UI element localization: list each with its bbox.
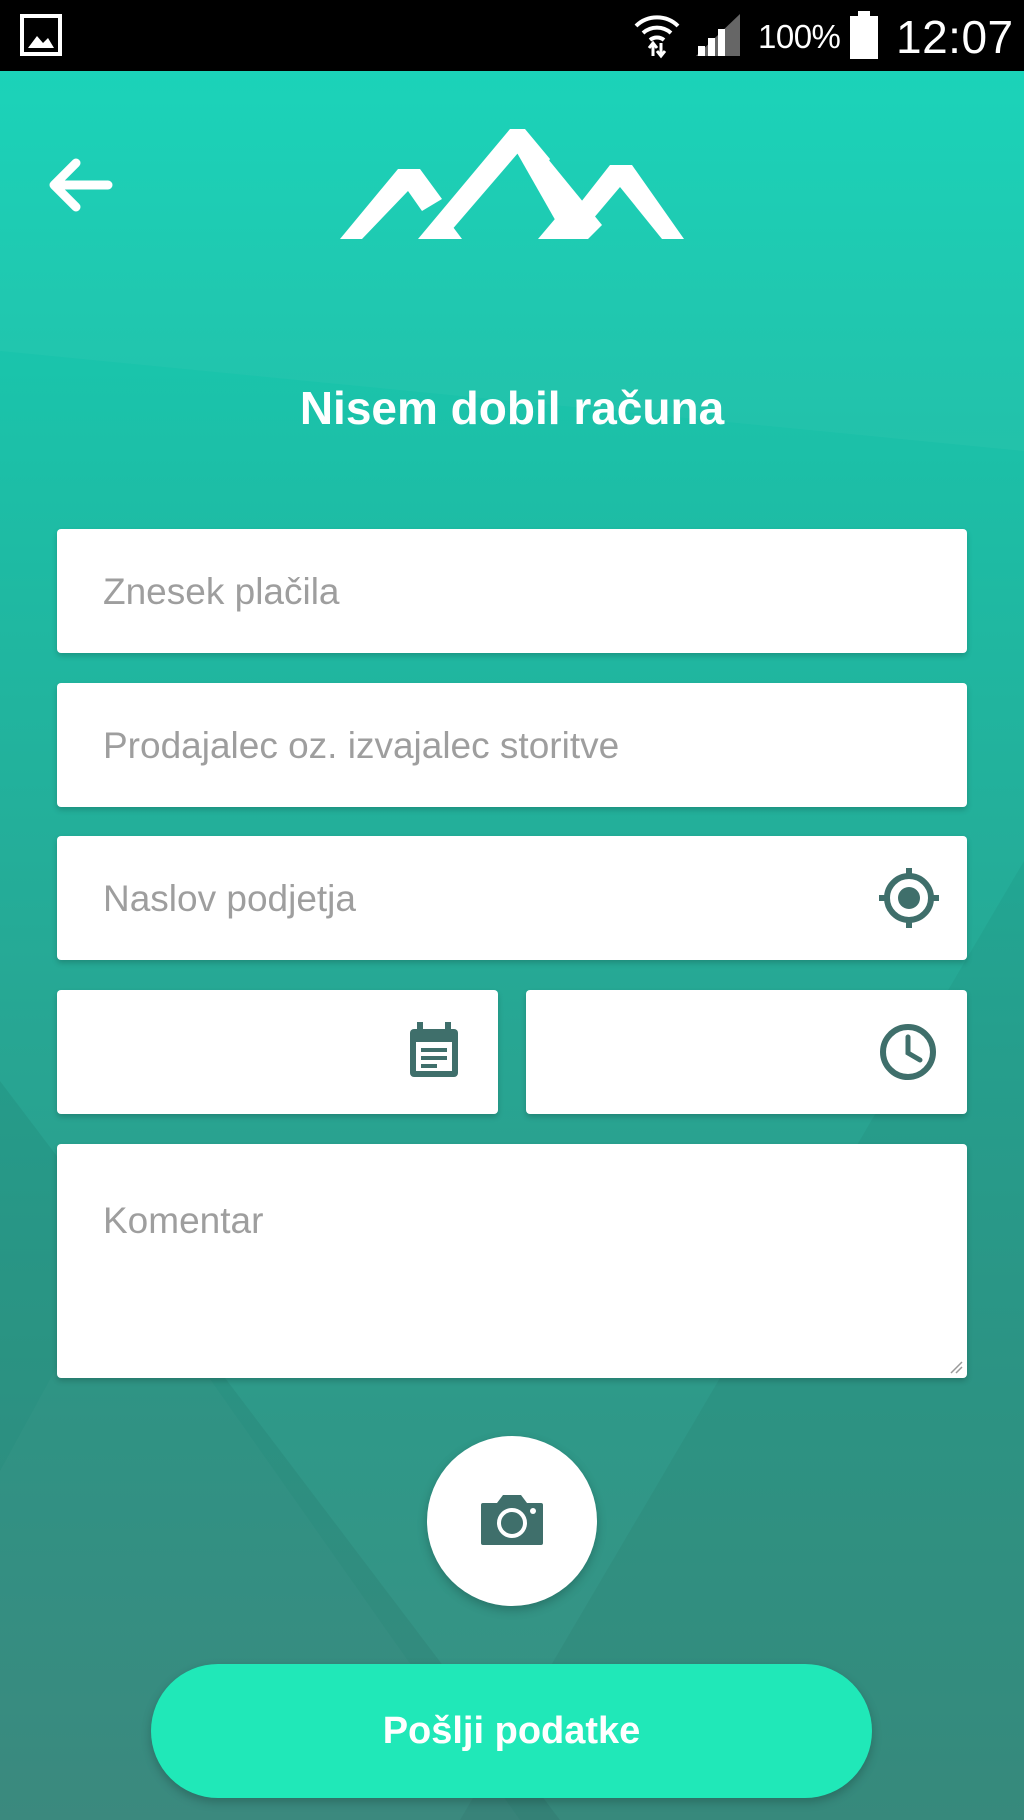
mountains-logo [340, 129, 684, 239]
comment-field[interactable]: Komentar [57, 1144, 967, 1378]
amount-placeholder: Znesek plačila [103, 571, 340, 612]
wifi-icon [634, 15, 680, 59]
battery-icon [850, 11, 878, 59]
clock: 12:07 [896, 11, 1014, 63]
page-title: Nisem dobil računa [299, 382, 725, 434]
submit-button[interactable]: Pošlji podatke [151, 1664, 872, 1798]
date-field[interactable] [57, 990, 498, 1114]
status-bar: 100% 12:07 [0, 0, 1024, 71]
amount-field[interactable]: Znesek plačila [57, 529, 967, 653]
camera-button[interactable] [427, 1436, 597, 1606]
address-placeholder: Naslov podjetja [103, 878, 356, 919]
clock-icon[interactable] [878, 1022, 938, 1082]
signal-icon [696, 14, 740, 56]
location-target-icon[interactable] [877, 866, 941, 930]
calendar-icon[interactable] [407, 1020, 461, 1080]
battery-percent: 100% [758, 18, 841, 55]
app-screen: Nisem dobil računa Znesek plačila Prodaj… [0, 71, 1024, 1820]
time-field[interactable] [526, 990, 967, 1114]
gallery-icon [20, 14, 62, 56]
comment-placeholder: Komentar [103, 1200, 264, 1241]
seller-field[interactable]: Prodajalec oz. izvajalec storitve [57, 683, 967, 807]
back-button[interactable] [44, 155, 116, 215]
camera-icon [481, 1495, 543, 1545]
address-field[interactable]: Naslov podjetja [57, 836, 967, 960]
resize-handle-icon[interactable] [949, 1360, 963, 1374]
arrow-left-icon [49, 158, 113, 212]
seller-placeholder: Prodajalec oz. izvajalec storitve [103, 725, 620, 766]
